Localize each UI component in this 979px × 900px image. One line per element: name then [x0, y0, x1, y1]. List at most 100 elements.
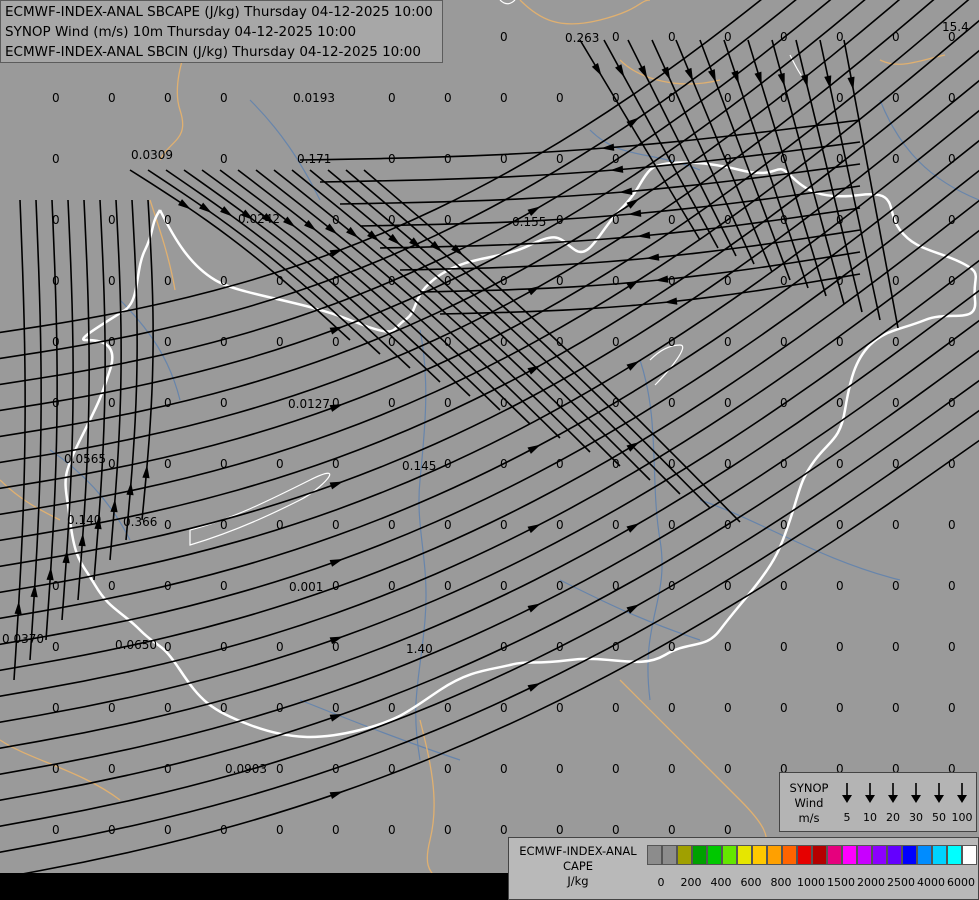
map-zero-label: 0: [388, 335, 396, 349]
map-zero-label: 0: [724, 518, 732, 532]
map-zero-label: 0: [332, 823, 340, 837]
map-zero-label: 0: [780, 518, 788, 532]
wind-legend-value: 100: [951, 811, 973, 824]
map-zero-label: 0: [836, 91, 844, 105]
streamline-arrowhead: [615, 64, 625, 78]
map-zero-label: 0: [612, 640, 620, 654]
map-zero-label: 0: [668, 823, 676, 837]
map-zero-label: 0: [556, 518, 564, 532]
map-zero-label: 0: [220, 823, 228, 837]
map-zero-label: 0: [892, 701, 900, 715]
map-zero-label: 0: [276, 762, 284, 776]
streamline-arrowhead: [637, 231, 651, 239]
cape-color-swatch: [872, 845, 887, 865]
map-zero-label: 0: [556, 579, 564, 593]
map-zero-label: 0: [500, 457, 508, 471]
map-zero-label: 0: [444, 335, 452, 349]
map-zero-label: 0: [52, 396, 60, 410]
title-cin: ECMWF-INDEX-ANAL SBCIN (J/kg) Thursday 0…: [5, 44, 421, 60]
map-zero-label: 0: [500, 396, 508, 410]
map-value-label: 0.155: [512, 215, 547, 229]
streamline-arrowhead: [142, 465, 150, 479]
map-zero-label: 0: [836, 274, 844, 288]
map-zero-label: 0: [724, 579, 732, 593]
map-zero-label: 0: [668, 30, 676, 44]
map-zero-label: 0: [444, 457, 452, 471]
map-zero-label: 0: [52, 823, 60, 837]
map-zero-label: 0: [836, 335, 844, 349]
streamline-arrowhead: [329, 481, 344, 490]
map-value-label: 0.0127: [288, 397, 330, 411]
map-zero-label: 0: [948, 396, 956, 410]
wind-legend-title-3: m/s: [798, 811, 820, 825]
cape-color-swatch: [782, 845, 797, 865]
map-zero-label: 0: [332, 274, 340, 288]
map-zero-label: 0: [276, 823, 284, 837]
streamline: [0, 379, 979, 827]
map-zero-label: 0: [556, 701, 564, 715]
map-zero-label: 0: [500, 518, 508, 532]
map-zero-label: 0: [948, 335, 956, 349]
map-zero-label: 0: [164, 274, 172, 288]
streamline: [0, 0, 935, 464]
map-zero-label: 0: [220, 335, 228, 349]
map-zero-label: 0: [892, 213, 900, 227]
map-zero-label: 0: [780, 396, 788, 410]
streamline-arrowhead: [610, 165, 624, 173]
map-zero-label: 0: [892, 152, 900, 166]
cape-color-swatch: [692, 845, 707, 865]
map-zero-label: 0: [556, 335, 564, 349]
map-zero-label: 0: [724, 396, 732, 410]
map-zero-label: 0: [52, 701, 60, 715]
map-zero-label: 0: [108, 457, 116, 471]
map-zero-label: 0: [892, 396, 900, 410]
map-zero-label: 0: [948, 518, 956, 532]
map-zero-label: 0: [724, 91, 732, 105]
map-zero-label: 0: [668, 457, 676, 471]
map-zero-label: 0: [836, 396, 844, 410]
map-zero-label: 0: [388, 152, 396, 166]
map-zero-label: 0: [668, 91, 676, 105]
streamline-arrowhead: [655, 275, 669, 283]
map-zero-label: 0: [444, 274, 452, 288]
map-zero-label: 0: [52, 579, 60, 593]
wind-legend-value: 5: [843, 811, 851, 824]
map-zero-label: 0: [444, 152, 452, 166]
map-zero-label: 0: [52, 762, 60, 776]
map-value-label: 0.145: [402, 459, 437, 473]
map-zero-label: 0: [500, 579, 508, 593]
map-zero-label: 0: [220, 152, 228, 166]
map-value-label: 0.001: [289, 580, 324, 594]
map-zero-label: 0: [52, 640, 60, 654]
title-box: ECMWF-INDEX-ANAL SBCAPE (J/kg) Thursday …: [0, 0, 443, 63]
map-zero-label: 0: [780, 457, 788, 471]
map-zero-label: 0: [164, 213, 172, 227]
wind-legend-value: 20: [886, 811, 900, 824]
map-zero-label: 0: [52, 335, 60, 349]
map-zero-label: 0: [108, 335, 116, 349]
map-zero-label: 0: [668, 640, 676, 654]
map-zero-label: 0: [780, 335, 788, 349]
map-zero-label: 0: [780, 152, 788, 166]
map-zero-label: 0: [276, 457, 284, 471]
streamline-arrowhead: [329, 713, 344, 722]
streamline-arrows: [14, 63, 855, 800]
map-canvas: [0, 0, 979, 900]
cape-color-swatch: [647, 845, 662, 865]
map-zero-label: 0: [780, 30, 788, 44]
map-zero-label: 0: [164, 823, 172, 837]
streamline-arrowhead: [626, 523, 640, 533]
map-zero-label: 0: [220, 701, 228, 715]
black-strip: [0, 873, 508, 900]
map-zero-label: 0: [444, 213, 452, 227]
map-zero-label: 0: [836, 640, 844, 654]
map-zero-label: 0: [612, 579, 620, 593]
cape-color-swatch: [902, 845, 917, 865]
wind-legend-title: SYNOP Wind m/s: [784, 781, 834, 826]
map-zero-label: 0: [388, 762, 396, 776]
map-zero-label: 0: [668, 579, 676, 593]
map-zero-label: 0: [724, 274, 732, 288]
map-zero-label: 0: [444, 396, 452, 410]
corner-value: 15.4: [942, 20, 969, 34]
cape-color-swatch: [707, 845, 722, 865]
